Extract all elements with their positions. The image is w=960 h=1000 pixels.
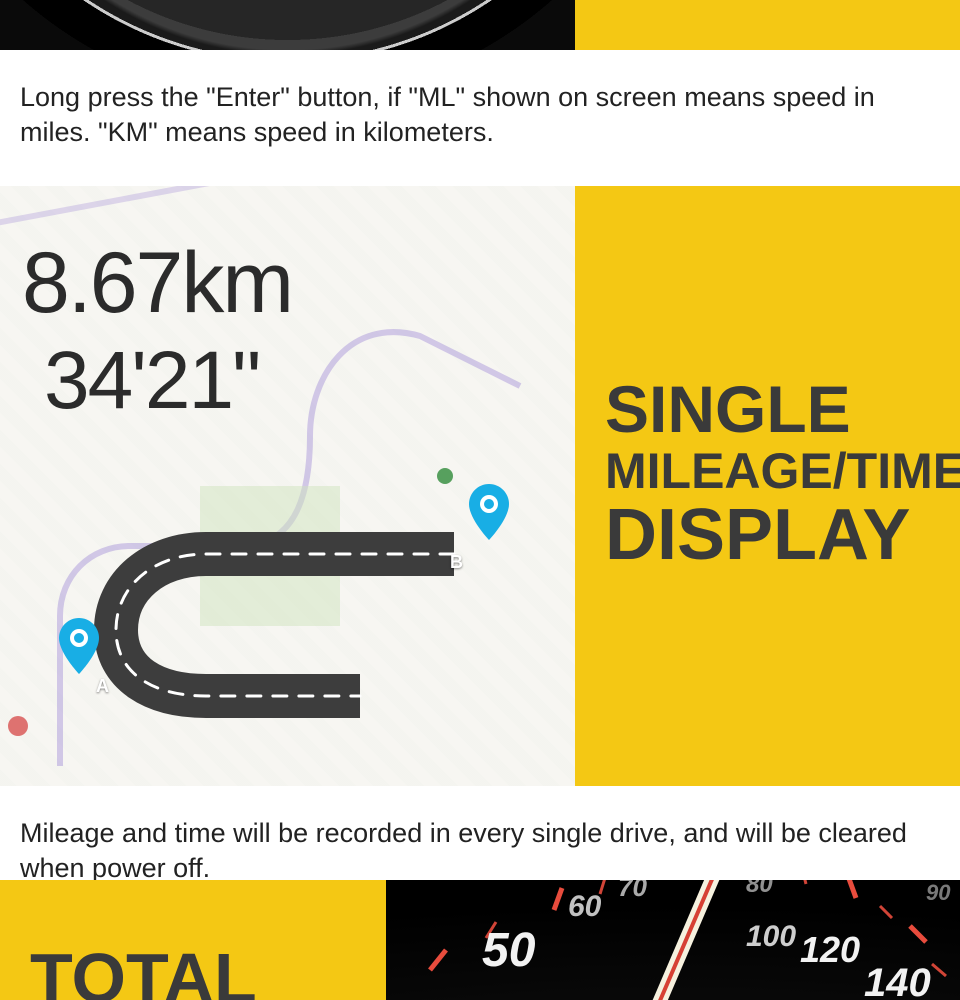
hero-title-line3: DISPLAY [605, 499, 960, 572]
bottom-accent-block: TOTAL [0, 880, 386, 1000]
map-pin-b-icon [468, 484, 510, 540]
s-road-icon [46, 506, 526, 726]
point-label-b: B [450, 552, 463, 573]
speedometer-icon: 50 60 70 80 90 100 120 140 [386, 880, 960, 1000]
gauge-number: 60 [568, 890, 602, 923]
gauge-number: 100 [746, 920, 796, 953]
hero-section: 8.67km 34'21" B A SINGLE MILEAGE/TIME DI… [0, 186, 960, 786]
gauge-number: 50 [482, 924, 536, 977]
gauge-number: 90 [926, 880, 951, 905]
gauge-number: 80 [746, 880, 773, 898]
instruction-text-1: Long press the "Enter" button, if "ML" s… [0, 50, 960, 186]
gauge-number: 140 [864, 961, 931, 1000]
route-illustration: B A [46, 506, 526, 726]
trip-distance-value: 8.67km [22, 234, 292, 333]
map-pin-a-icon [58, 618, 100, 674]
top-accent-block [575, 0, 960, 50]
top-strip [0, 0, 960, 50]
map-panel: 8.67km 34'21" B A [0, 186, 575, 786]
gauge-number: 120 [800, 929, 860, 970]
bottom-title-partial: TOTAL [30, 938, 257, 1000]
top-gauge-fragment [0, 0, 575, 50]
hero-title: SINGLE MILEAGE/TIME DISPLAY [605, 376, 960, 572]
hero-title-line2: MILEAGE/TIME [605, 446, 960, 497]
speedometer-fragment: 50 60 70 80 90 100 120 140 [386, 880, 960, 1000]
hero-title-line1: SINGLE [605, 376, 960, 443]
point-label-a: A [96, 676, 109, 697]
hero-title-panel: SINGLE MILEAGE/TIME DISPLAY [575, 186, 960, 786]
gauge-number: 70 [618, 880, 647, 902]
bottom-strip: TOTAL [0, 880, 960, 1000]
trip-duration-value: 34'21" [44, 334, 259, 428]
